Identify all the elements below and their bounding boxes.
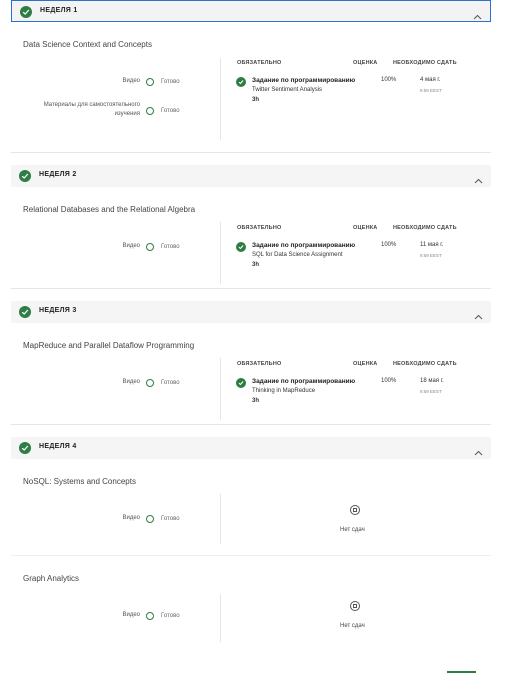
item-video-label[interactable]: Видео (80, 612, 140, 618)
due-time: 9:59 EEST (420, 88, 442, 93)
completion-radio[interactable] (146, 379, 154, 387)
assignment-grade: 100% (381, 242, 397, 248)
assignment-type[interactable]: Задание по программированию (252, 378, 355, 385)
item-video-label[interactable]: Видео (80, 78, 140, 84)
column-divider (220, 222, 221, 284)
item-video-label[interactable]: Видео (80, 243, 140, 249)
week-4-header[interactable]: НЕДЕЛЯ 4 (11, 437, 491, 459)
assignment-name[interactable]: Twitter Sentiment Analysis (252, 87, 322, 93)
item-video-label[interactable]: Видео (80, 379, 140, 385)
col-required: ОБЯЗАТЕЛЬНО (237, 60, 282, 66)
status-ready: Готово (161, 244, 180, 250)
status-ready: Готово (161, 380, 180, 386)
status-ready: Готово (161, 79, 180, 85)
item-video-label[interactable]: Видео (80, 515, 140, 521)
lesson-title[interactable]: NoSQL: Systems and Concepts (23, 477, 136, 486)
column-divider (220, 594, 221, 642)
week-title: НЕДЕЛЯ 1 (40, 7, 78, 14)
assignment-duration: 3h (252, 398, 260, 404)
status-ready: Готово (161, 613, 180, 619)
assignment-duration: 3h (252, 262, 260, 268)
no-assignments-text: Нет сдач (340, 527, 365, 533)
section-divider (11, 152, 491, 153)
due-time: 9:59 EEST (420, 389, 442, 394)
completion-radio[interactable] (146, 78, 154, 86)
check-icon (19, 306, 31, 318)
col-due: НЕОБХОДИМО СДАТЬ (393, 60, 457, 66)
lesson-title[interactable]: MapReduce and Parallel Dataflow Programm… (23, 341, 194, 350)
lesson-title[interactable]: Graph Analytics (23, 574, 79, 583)
lesson-title[interactable]: Data Science Context and Concepts (23, 40, 152, 49)
check-icon (236, 242, 246, 252)
completion-radio[interactable] (146, 243, 154, 251)
week-title: НЕДЕЛЯ 2 (39, 171, 77, 178)
chevron-up-icon[interactable] (474, 307, 483, 325)
col-due: НЕОБХОДИМО СДАТЬ (393, 361, 457, 367)
completion-radio[interactable] (146, 515, 154, 523)
section-divider (11, 288, 491, 289)
assignment-name[interactable]: Thinking in MapReduce (252, 388, 315, 394)
item-materials-label[interactable]: Материалы для самостоятельного изучения (20, 101, 140, 119)
col-required: ОБЯЗАТЕЛЬНО (237, 361, 282, 367)
due-date: 11 мая г. (420, 242, 444, 248)
due-date: 4 мая г. (420, 77, 441, 83)
col-grade: ОЦЕНКА (353, 361, 378, 367)
check-icon (19, 170, 31, 182)
lesson-divider (11, 555, 491, 556)
column-divider (220, 494, 221, 544)
assignment-name[interactable]: SQL for Data Science Assignment (252, 252, 343, 258)
week-title: НЕДЕЛЯ 3 (39, 307, 77, 314)
status-ready: Готово (161, 516, 180, 522)
week-3-header[interactable]: НЕДЕЛЯ 3 (11, 301, 491, 323)
col-required: ОБЯЗАТЕЛЬНО (237, 225, 282, 231)
column-divider (220, 58, 221, 140)
assignment-duration: 3h (252, 97, 260, 103)
empty-circle-icon (350, 601, 360, 611)
chevron-up-icon[interactable] (474, 443, 483, 461)
week-1-header[interactable]: НЕДЕЛЯ 1 (11, 0, 491, 22)
check-icon (19, 442, 31, 454)
week-2-header[interactable]: НЕДЕЛЯ 2 (11, 165, 491, 187)
chevron-up-icon[interactable] (474, 171, 483, 189)
empty-circle-icon (350, 505, 360, 515)
section-divider (11, 424, 491, 425)
col-grade: ОЦЕНКА (353, 60, 378, 66)
assignment-grade: 100% (381, 77, 397, 83)
check-icon (236, 378, 246, 388)
due-time: 9:59 EEST (420, 253, 442, 258)
column-divider (220, 358, 221, 420)
status-ready: Готово (161, 108, 180, 114)
completion-radio[interactable] (146, 612, 154, 620)
week-title: НЕДЕЛЯ 4 (39, 443, 77, 450)
check-icon (236, 77, 246, 87)
check-icon (20, 6, 32, 18)
completion-radio[interactable] (146, 107, 154, 115)
assignment-type[interactable]: Задание по программированию (252, 242, 355, 249)
assignment-type[interactable]: Задание по программированию (252, 77, 355, 84)
col-due: НЕОБХОДИМО СДАТЬ (393, 225, 457, 231)
lesson-title[interactable]: Relational Databases and the Relational … (23, 205, 195, 214)
chevron-up-icon[interactable] (473, 7, 482, 25)
col-grade: ОЦЕНКА (353, 225, 378, 231)
assignment-grade: 100% (381, 378, 397, 384)
due-date: 18 мая г. (420, 378, 444, 384)
no-assignments-text: Нет сдач (340, 623, 365, 629)
